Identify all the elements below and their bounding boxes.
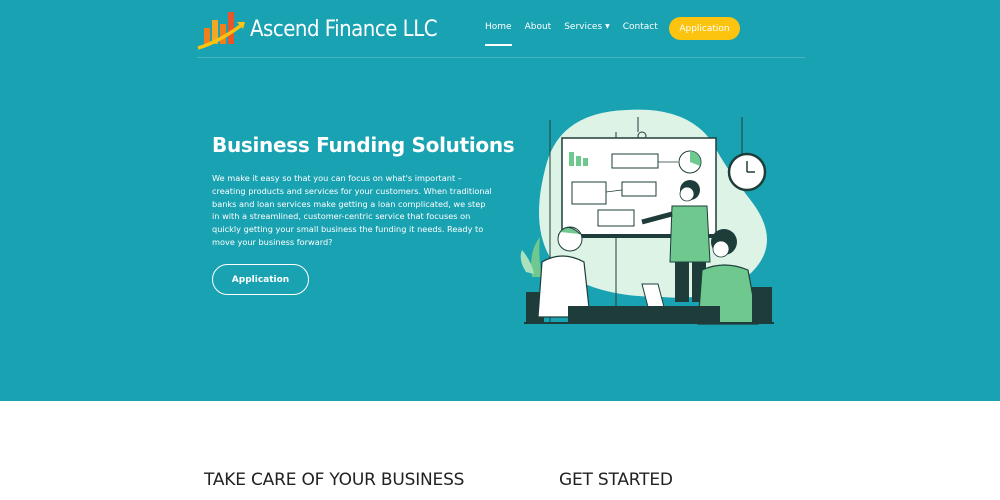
- section-title-get-started: GET STARTED: [559, 470, 673, 490]
- section-title-business: TAKE CARE OF YOUR BUSINESS: [204, 470, 465, 490]
- hero-description: We make it easy so that you can focus on…: [212, 173, 492, 247]
- nav-services-label: Services: [564, 22, 603, 32]
- hero-application-button[interactable]: Application: [212, 264, 309, 295]
- hero-title: Business Funding Solutions: [212, 133, 515, 157]
- nav-home[interactable]: Home: [485, 22, 512, 46]
- logo[interactable]: Ascend Finance LLC: [197, 8, 438, 50]
- brand-name: Ascend Finance LLC: [250, 16, 438, 42]
- bar-chart-arrow-logo-icon: [197, 12, 245, 50]
- chevron-down-icon: ▼: [605, 23, 610, 30]
- main-nav: Home About Services ▼ Contact: [485, 22, 671, 46]
- hero-section: Ascend Finance LLC Home About Services ▼ …: [0, 0, 1000, 401]
- nav-about[interactable]: About: [525, 22, 552, 32]
- nav-services[interactable]: Services ▼: [564, 22, 610, 32]
- nav-contact[interactable]: Contact: [623, 22, 658, 32]
- business-meeting-illustration: [520, 109, 774, 325]
- site-header: Ascend Finance LLC Home About Services ▼ …: [197, 0, 805, 58]
- header-application-button[interactable]: Application: [669, 17, 740, 40]
